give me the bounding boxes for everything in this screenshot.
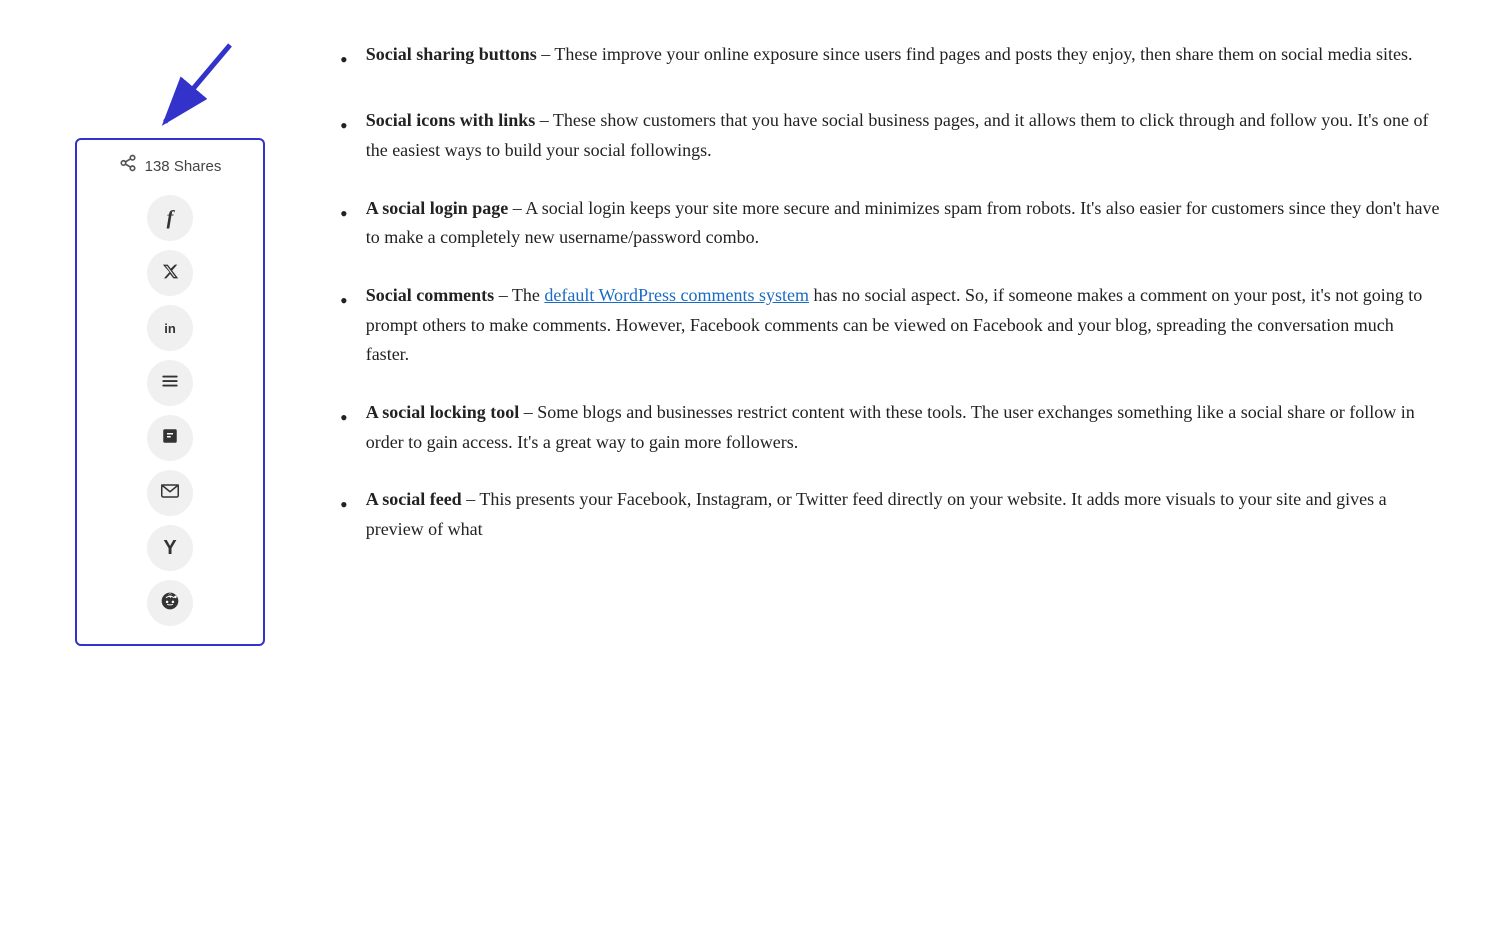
list-item-bold: Social sharing buttons bbox=[366, 44, 537, 64]
linkedin-icon: in bbox=[164, 321, 176, 336]
buffer-icon bbox=[161, 372, 179, 395]
social-buttons-list: f in bbox=[147, 195, 193, 626]
wordpress-comments-link[interactable]: default WordPress comments system bbox=[544, 285, 809, 305]
share-widget: 138 Shares f in bbox=[75, 138, 265, 646]
list-item-bold: A social locking tool bbox=[366, 402, 520, 422]
list-item: • A social login page – A social login k… bbox=[340, 194, 1440, 253]
list-item-text: A social feed – This presents your Faceb… bbox=[366, 485, 1440, 544]
twitter-share-button[interactable] bbox=[147, 250, 193, 296]
list-item: • Social comments – The default WordPres… bbox=[340, 281, 1440, 370]
list-item-bold: Social icons with links bbox=[366, 110, 536, 130]
facebook-icon: f bbox=[167, 207, 174, 230]
list-item-bold: A social feed bbox=[366, 489, 462, 509]
content-column: • Social sharing buttons – These improve… bbox=[340, 40, 1440, 573]
left-column: 138 Shares f in bbox=[60, 40, 280, 646]
flipboard-icon bbox=[161, 427, 179, 450]
list-item-text: A social login page – A social login kee… bbox=[366, 194, 1440, 253]
bullet-dot: • bbox=[340, 42, 348, 78]
list-item-text: Social sharing buttons – These improve y… bbox=[366, 40, 1413, 70]
bullet-dot: • bbox=[340, 400, 348, 436]
share-count-label: 138 Shares bbox=[145, 155, 222, 180]
list-item: • Social sharing buttons – These improve… bbox=[340, 40, 1440, 78]
reddit-share-button[interactable] bbox=[147, 580, 193, 626]
share-count-row: 138 Shares bbox=[119, 154, 222, 181]
list-item-bold: Social comments bbox=[366, 285, 494, 305]
share-icon bbox=[119, 154, 137, 181]
bullet-dot: • bbox=[340, 108, 348, 144]
email-icon bbox=[161, 483, 179, 503]
yummly-share-button[interactable]: Y bbox=[147, 525, 193, 571]
bullet-dot: • bbox=[340, 196, 348, 232]
page-container: 138 Shares f in bbox=[60, 40, 1440, 646]
arrow-icon bbox=[140, 40, 260, 140]
list-item-text: Social comments – The default WordPress … bbox=[366, 281, 1440, 370]
reddit-icon bbox=[160, 591, 180, 616]
facebook-share-button[interactable]: f bbox=[147, 195, 193, 241]
list-item: • A social locking tool – Some blogs and… bbox=[340, 398, 1440, 457]
email-share-button[interactable] bbox=[147, 470, 193, 516]
bullet-dot: • bbox=[340, 487, 348, 523]
list-item: • Social icons with links – These show c… bbox=[340, 106, 1440, 165]
list-item-text: A social locking tool – Some blogs and b… bbox=[366, 398, 1440, 457]
twitter-icon bbox=[162, 263, 179, 283]
flipboard-share-button[interactable] bbox=[147, 415, 193, 461]
bullet-dot: • bbox=[340, 283, 348, 319]
linkedin-share-button[interactable]: in bbox=[147, 305, 193, 351]
list-item: • A social feed – This presents your Fac… bbox=[340, 485, 1440, 544]
list-item-bold: A social login page bbox=[366, 198, 509, 218]
list-item-text: Social icons with links – These show cus… bbox=[366, 106, 1440, 165]
content-list: • Social sharing buttons – These improve… bbox=[340, 40, 1440, 545]
arrow-container bbox=[60, 40, 280, 130]
yummly-icon: Y bbox=[163, 537, 176, 560]
buffer-share-button[interactable] bbox=[147, 360, 193, 406]
